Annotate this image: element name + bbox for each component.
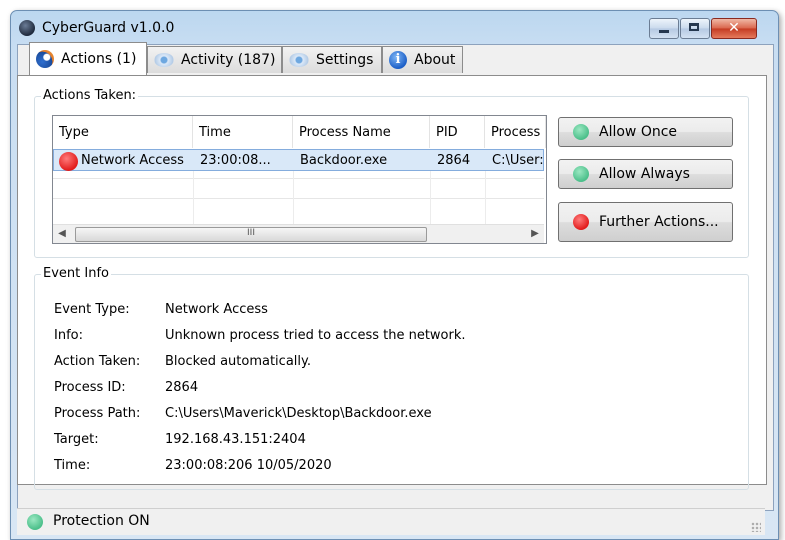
red-circle-icon: [573, 214, 589, 230]
process-id-label: Process ID:: [54, 380, 126, 395]
tab-about[interactable]: i About: [382, 46, 463, 73]
further-actions-label: Further Actions...: [599, 214, 719, 230]
scroll-right-arrow-icon[interactable]: ▶: [526, 225, 544, 243]
maximize-button[interactable]: [680, 18, 710, 39]
column-header-type[interactable]: Type: [53, 116, 193, 148]
close-icon: ✕: [728, 20, 740, 36]
time-label: Time:: [54, 458, 91, 473]
tab-activity-label: Activity (187): [181, 52, 276, 68]
target-value: 192.168.43.151:2404: [165, 432, 306, 447]
cell-pid: 2864: [437, 153, 471, 168]
maximize-icon: [689, 23, 699, 31]
tab-about-label: About: [414, 52, 456, 68]
window-title: CyberGuard v1.0.0: [42, 20, 175, 36]
shield-globe-icon: [36, 50, 54, 68]
process-id-value: 2864: [165, 380, 199, 395]
action-taken-value: Blocked automatically.: [165, 354, 311, 369]
protection-status-text: Protection ON: [53, 513, 150, 529]
target-label: Target:: [54, 432, 99, 447]
grid-line: [430, 171, 431, 224]
action-taken-label: Action Taken:: [54, 354, 141, 369]
grid-line: [485, 171, 486, 224]
minimize-button[interactable]: [649, 18, 679, 39]
info-label: Info:: [54, 328, 83, 343]
cell-process-path: C:\User:: [492, 153, 544, 168]
eye-icon: [154, 53, 174, 67]
grid-line: [293, 171, 294, 224]
green-circle-icon: [573, 124, 589, 140]
actions-taken-label: Actions Taken:: [41, 88, 139, 103]
actions-list[interactable]: Type Time Process Name PID Process Netwo…: [52, 115, 547, 244]
allow-always-label: Allow Always: [599, 166, 690, 182]
info-value: Unknown process tried to access the netw…: [165, 328, 466, 343]
grid-line: [53, 178, 544, 179]
app-logo-icon: [19, 20, 35, 36]
allow-always-button[interactable]: Allow Always: [558, 159, 733, 189]
green-circle-icon: [573, 166, 589, 182]
cell-type: Network Access: [81, 153, 184, 168]
process-path-value: C:\Users\Maverick\Desktop\Backdoor.exe: [165, 406, 432, 421]
protection-status-icon: [27, 514, 43, 530]
event-type-value: Network Access: [165, 302, 268, 317]
time-value: 23:00:08:206 10/05/2020: [165, 458, 332, 473]
column-header-process[interactable]: Process: [485, 116, 546, 148]
allow-once-button[interactable]: Allow Once: [558, 117, 733, 147]
column-header-time[interactable]: Time: [193, 116, 293, 148]
tab-settings-label: Settings: [316, 52, 374, 68]
grid-line: [53, 198, 544, 199]
tab-activity[interactable]: Activity (187): [147, 46, 282, 73]
info-icon: i: [389, 51, 407, 69]
minimize-icon: [659, 30, 669, 33]
column-header-pid[interactable]: PID: [430, 116, 485, 148]
further-actions-button[interactable]: Further Actions...: [558, 202, 733, 242]
tab-actions-label: Actions (1): [61, 51, 137, 67]
event-info-label: Event Info: [41, 266, 111, 281]
allow-once-label: Allow Once: [599, 124, 678, 140]
tab-actions[interactable]: Actions (1): [29, 42, 147, 75]
event-info-group: [34, 274, 749, 490]
close-button[interactable]: ✕: [711, 18, 757, 39]
tab-settings[interactable]: Settings: [282, 46, 382, 73]
cell-process-name: Backdoor.exe: [300, 153, 388, 168]
resize-grip-icon[interactable]: [751, 522, 761, 532]
grid-line: [193, 171, 194, 224]
horizontal-scrollbar[interactable]: ◀ III ▶: [53, 224, 544, 243]
scrollbar-thumb[interactable]: III: [75, 227, 427, 242]
scroll-left-arrow-icon[interactable]: ◀: [53, 225, 71, 243]
eye-icon: [289, 53, 309, 67]
table-row[interactable]: Network Access 23:00:08... Backdoor.exe …: [53, 149, 544, 171]
process-path-label: Process Path:: [54, 406, 141, 421]
title-bar[interactable]: CyberGuard v1.0.0 ✕: [11, 11, 778, 43]
status-bar: Protection ON: [17, 508, 765, 535]
cell-time: 23:00:08...: [200, 153, 271, 168]
event-type-label: Event Type:: [54, 302, 130, 317]
column-header-process-name[interactable]: Process Name: [293, 116, 430, 148]
